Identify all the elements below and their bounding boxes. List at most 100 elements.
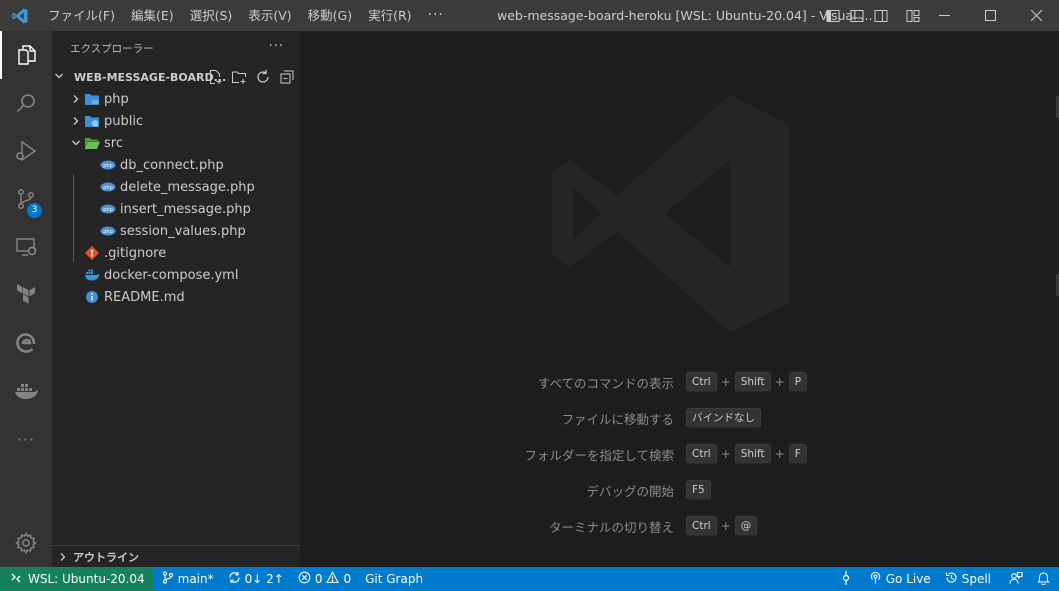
toggle-panel-icon[interactable] — [848, 7, 866, 25]
tree-item-insert-message[interactable]: php insert_message.php — [52, 198, 300, 220]
key-plus: + — [720, 375, 731, 389]
folder-php-icon — [84, 91, 100, 107]
new-folder-icon[interactable] — [230, 68, 248, 86]
menu-edit[interactable]: 編集(E) — [123, 0, 182, 31]
tree-item-docker-compose[interactable]: docker-compose.yml — [52, 264, 300, 286]
tree-item-label: public — [104, 113, 144, 129]
tree-item-label: README.md — [104, 289, 185, 305]
minimize-icon[interactable] — [921, 0, 967, 31]
php-file-icon: php — [100, 179, 116, 195]
tree-item-gitignore[interactable]: .gitignore — [52, 242, 300, 264]
notifications-button[interactable] — [1030, 567, 1057, 591]
menu-more-icon[interactable]: ··· — [420, 0, 452, 31]
tree-item-php[interactable]: php — [52, 88, 300, 110]
menu-bar: ファイル(F) 編集(E) 選択(S) 表示(V) 移動(G) 実行(R) ··… — [40, 0, 452, 31]
shortcut-label: すべてのコマンドの表示 — [537, 375, 674, 391]
vscode-logo-icon — [0, 0, 40, 31]
tree-item-session-values[interactable]: php session_values.php — [52, 220, 300, 242]
tree-item-readme[interactable]: README.md — [52, 286, 300, 308]
manage-gear-icon[interactable] — [0, 519, 52, 567]
git-branch[interactable]: main* — [155, 567, 221, 591]
tree-item-label: src — [104, 135, 123, 151]
shortcut-keys: Ctrl + Shift + P — [686, 372, 808, 392]
shortcut-label: フォルダーを指定して検索 — [524, 447, 674, 463]
tree-item-public[interactable]: public — [52, 110, 300, 132]
git-sync[interactable]: 0↓ 2↑ — [221, 567, 291, 591]
shortcut-show-all-commands: すべてのコマンドの表示 Ctrl + Shift + P — [300, 364, 1059, 400]
refresh-icon[interactable] — [254, 68, 272, 86]
customize-layout-icon[interactable] — [904, 7, 922, 25]
close-icon[interactable] — [1013, 0, 1059, 31]
menu-go[interactable]: 移動(G) — [300, 0, 360, 31]
menu-file[interactable]: ファイル(F) — [40, 0, 123, 31]
shortcut-keys: バインドなし — [686, 408, 761, 428]
bell-icon — [1037, 571, 1050, 588]
explorer-more-icon[interactable]: ··· — [269, 39, 284, 54]
shortcut-label: ファイルに移動する — [561, 411, 674, 427]
edge-icon[interactable] — [0, 319, 52, 367]
chevron-right-icon — [55, 549, 71, 565]
source-control-icon[interactable]: 3 — [0, 175, 52, 223]
workspace-folder-header[interactable]: WEB-MESSAGE-BOARD... — [52, 66, 300, 88]
terraform-icon[interactable] — [0, 271, 52, 319]
go-live-button[interactable]: Go Live — [862, 567, 938, 591]
shortcut-hints: すべてのコマンドの表示 Ctrl + Shift + P ファイルに移動する バ… — [300, 364, 1059, 544]
spell-check-button[interactable]: Spell — [938, 567, 998, 591]
more-icon[interactable]: ··· — [0, 415, 52, 463]
tree-item-label: php — [104, 91, 129, 107]
key-plus: + — [720, 447, 731, 461]
tunnel-status[interactable] — [834, 567, 858, 591]
warning-icon — [326, 571, 340, 587]
title-bar: ファイル(F) 編集(E) 選択(S) 表示(V) 移動(G) 実行(R) ··… — [0, 0, 1059, 31]
key-cap: F5 — [686, 480, 711, 500]
collapse-all-icon[interactable] — [278, 68, 296, 86]
shortcut-go-to-file: ファイルに移動する バインドなし — [300, 400, 1059, 436]
broadcast-icon — [869, 571, 882, 587]
key-cap: Ctrl — [686, 372, 717, 392]
remote-explorer-icon[interactable] — [0, 223, 52, 271]
toggle-primary-sidebar-icon[interactable] — [824, 7, 842, 25]
tree-item-delete-message[interactable]: php delete_message.php — [52, 176, 300, 198]
layout-controls — [824, 0, 922, 31]
php-file-icon: php — [100, 201, 116, 217]
explorer-icon[interactable] — [0, 31, 52, 79]
search-icon[interactable] — [0, 79, 52, 127]
live-share-button[interactable] — [1002, 567, 1030, 591]
shortcut-start-debugging: デバッグの開始 F5 — [300, 472, 1059, 508]
shortcut-label: デバッグの開始 — [586, 483, 674, 499]
vscode-watermark-icon — [528, 71, 813, 360]
tunnel-icon — [841, 570, 851, 588]
folder-actions — [206, 68, 296, 86]
tree-item-label: delete_message.php — [120, 179, 255, 195]
warning-count: 0 — [343, 572, 352, 586]
menu-selection[interactable]: 選択(S) — [182, 0, 241, 31]
docker-icon[interactable] — [0, 367, 52, 415]
editor-empty-area: すべてのコマンドの表示 Ctrl + Shift + P ファイルに移動する バ… — [300, 31, 1059, 567]
svg-text:php: php — [103, 163, 113, 169]
status-bar-right: Go Live Spell — [834, 567, 1059, 591]
menu-run[interactable]: 実行(R) — [360, 0, 419, 31]
tree-item-label: .gitignore — [104, 245, 167, 261]
git-graph-button[interactable]: Git Graph — [358, 567, 430, 591]
maximize-icon[interactable] — [967, 0, 1013, 31]
sync-icon — [228, 571, 241, 587]
docker-file-icon — [84, 267, 100, 283]
outline-section-header[interactable]: アウトライン — [52, 545, 300, 567]
error-count: 0 — [314, 572, 323, 586]
new-file-icon[interactable] — [206, 68, 224, 86]
toggle-secondary-sidebar-icon[interactable] — [872, 7, 890, 25]
key-cap: バインドなし — [686, 408, 761, 428]
chevron-down-icon — [54, 70, 70, 85]
menu-view[interactable]: 表示(V) — [240, 0, 299, 31]
info-file-icon — [84, 289, 100, 305]
shortcut-toggle-terminal: ターミナルの切り替え Ctrl + @ — [300, 508, 1059, 544]
tree-item-db-connect[interactable]: php db_connect.php — [52, 154, 300, 176]
problems-indicator[interactable]: 0 0 — [291, 567, 358, 591]
remote-label: WSL: Ubuntu-20.04 — [28, 572, 145, 586]
git-branch-label: main* — [177, 572, 214, 586]
tree-item-src[interactable]: src — [52, 132, 300, 154]
folder-public-icon — [84, 113, 100, 129]
key-cap: F — [788, 444, 807, 464]
run-debug-icon[interactable] — [0, 127, 52, 175]
remote-indicator[interactable]: WSL: Ubuntu-20.04 — [0, 567, 153, 591]
